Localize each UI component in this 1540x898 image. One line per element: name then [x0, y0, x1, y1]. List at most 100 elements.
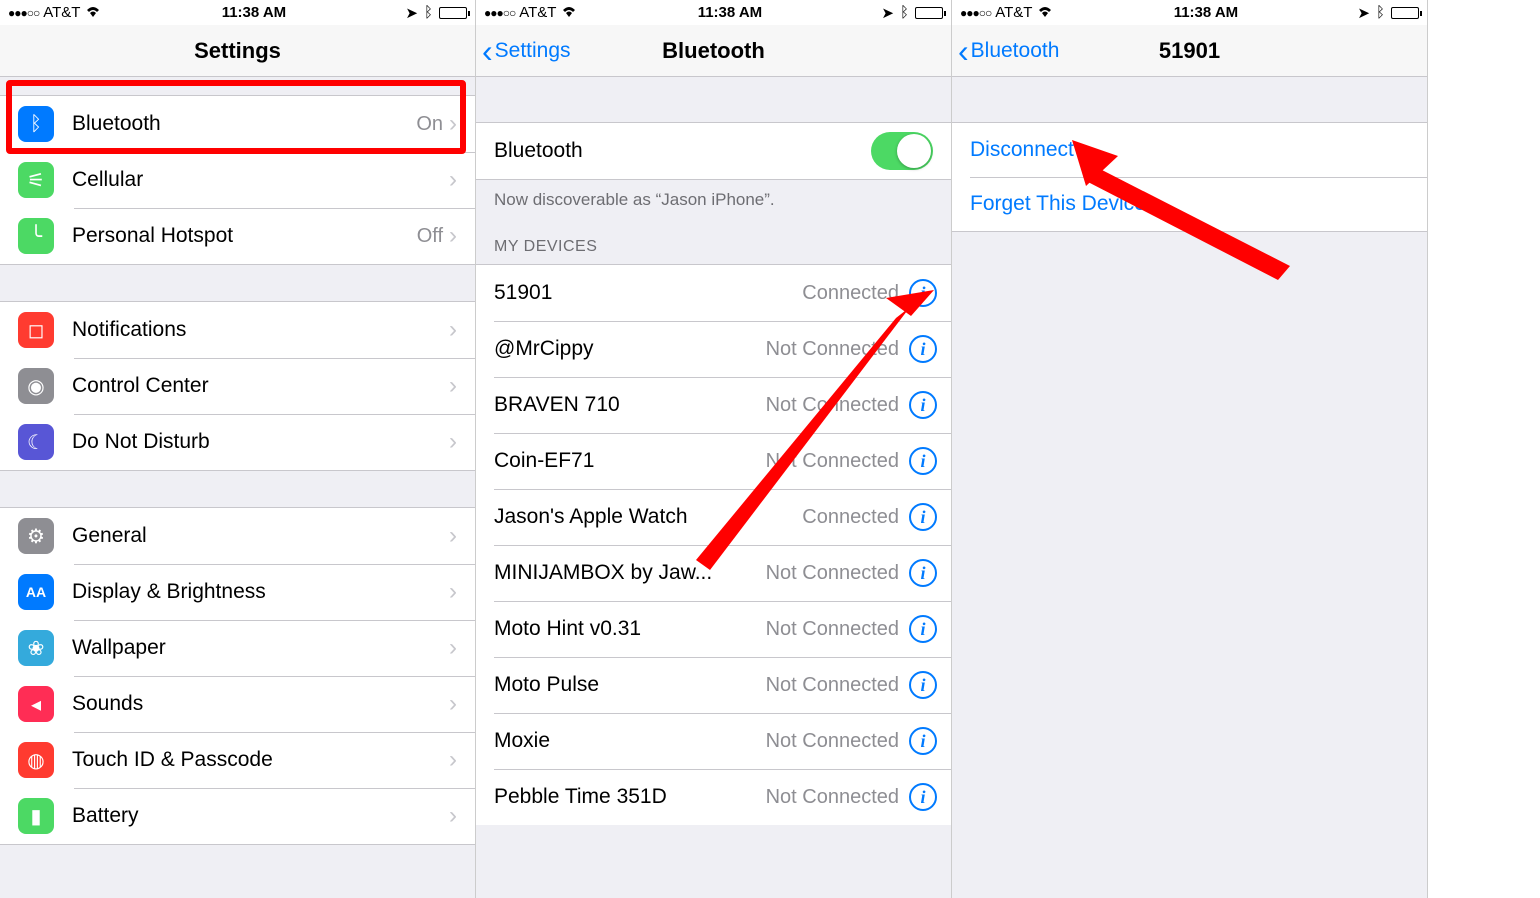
back-button[interactable]: ‹Settings	[476, 35, 571, 67]
bluetooth-icon: ᛒ	[900, 4, 909, 21]
row-label: Sounds	[72, 692, 449, 716]
settings-row-notifications[interactable]: ◻Notifications›	[0, 302, 475, 358]
battery-icon	[1391, 7, 1419, 19]
settings-row-wallpaper[interactable]: ❀ Wallpaper›	[0, 620, 475, 676]
info-icon[interactable]: i	[909, 783, 937, 811]
signal-dots: ●●●○○	[8, 6, 39, 20]
info-icon[interactable]: i	[909, 559, 937, 587]
device-row[interactable]: MoxieNot Connectedi	[476, 713, 951, 769]
device-name: Moto Hint v0.31	[494, 617, 766, 641]
chevron-right-icon: ›	[449, 578, 457, 606]
row-label: Notifications	[72, 318, 449, 342]
row-label: Cellular	[72, 168, 449, 192]
settings-row-sounds[interactable]: ◂ Sounds›	[0, 676, 475, 732]
action-disconnect[interactable]: Disconnect	[952, 123, 1427, 177]
settings-row-bluetooth[interactable]: ᛒBluetoothOn›	[0, 96, 475, 152]
finger-icon: ◍	[18, 742, 54, 778]
info-icon[interactable]: i	[909, 503, 937, 531]
device-status: Connected	[802, 506, 899, 529]
info-icon[interactable]: i	[909, 447, 937, 475]
link-icon: ╰	[18, 218, 54, 254]
info-icon[interactable]: i	[909, 727, 937, 755]
settings-row-display-brightness[interactable]: AADisplay & Brightness›	[0, 564, 475, 620]
device-name: MINIJAMBOX by Jaw...	[494, 561, 766, 585]
chevron-right-icon: ›	[449, 372, 457, 400]
device-status: Not Connected	[766, 394, 899, 417]
info-icon[interactable]: i	[909, 335, 937, 363]
back-button[interactable]: ‹Bluetooth	[952, 35, 1059, 67]
device-status: Not Connected	[766, 338, 899, 361]
flower-icon: ❀	[18, 630, 54, 666]
settings-row-do-not-disturb[interactable]: ☾Do Not Disturb›	[0, 414, 475, 470]
bluetooth-icon: ᛒ	[1376, 4, 1385, 21]
device-row[interactable]: Moto PulseNot Connectedi	[476, 657, 951, 713]
chevron-left-icon: ‹	[482, 35, 493, 67]
info-icon[interactable]: i	[909, 279, 937, 307]
device-row[interactable]: @MrCippyNot Connected i	[476, 321, 951, 377]
row-label: Bluetooth	[72, 112, 416, 136]
device-row[interactable]: MINIJAMBOX by Jaw...Not Connected i	[476, 545, 951, 601]
settings-row-general[interactable]: ⚙General›	[0, 508, 475, 564]
device-name: @MrCippy	[494, 337, 766, 361]
bluetooth-pane: ●●●○○AT&T 11:38 AM ➤ᛒ ‹Settings Bluetoot…	[476, 0, 952, 898]
device-name: 51901	[494, 281, 802, 305]
page-title: Settings	[0, 38, 475, 64]
battery-icon: ▮	[18, 798, 54, 834]
device-row[interactable]: Pebble Time 351DNot Connectedi	[476, 769, 951, 825]
device-row[interactable]: BRAVEN 710Not Connected i	[476, 377, 951, 433]
action-forget-this-device[interactable]: Forget This Device	[952, 177, 1427, 231]
row-label: General	[72, 524, 449, 548]
device-name: Coin-EF71	[494, 449, 766, 473]
info-icon[interactable]: i	[909, 391, 937, 419]
location-icon: ➤	[881, 4, 894, 22]
gear-icon: ⚙	[18, 518, 54, 554]
row-label: Wallpaper	[72, 636, 449, 660]
chevron-right-icon: ›	[449, 428, 457, 456]
settings-row-battery[interactable]: ▮Battery›	[0, 788, 475, 844]
bluetooth-icon: ᛒ	[424, 4, 433, 21]
chevron-right-icon: ›	[449, 222, 457, 250]
nav-bar: Settings	[0, 25, 475, 77]
info-icon[interactable]: i	[909, 671, 937, 699]
row-value: On	[416, 113, 443, 136]
device-row[interactable]: Moto Hint v0.31Not Connectedi	[476, 601, 951, 657]
device-name: Moto Pulse	[494, 673, 766, 697]
row-label: Do Not Disturb	[72, 430, 449, 454]
clock: 11:38 AM	[222, 4, 286, 21]
device-row[interactable]: Coin-EF71Not Connected i	[476, 433, 951, 489]
row-label: Touch ID & Passcode	[72, 748, 449, 772]
settings-row-control-center[interactable]: ◉Control Center›	[0, 358, 475, 414]
device-row[interactable]: 51901Connected i	[476, 265, 951, 321]
settings-pane: ●●●○○ AT&T 11:38 AM ➤ ᛒ Settings ᛒ Blueto…	[0, 0, 476, 898]
device-name: BRAVEN 710	[494, 393, 766, 417]
battery-icon	[439, 7, 467, 19]
notif-icon: ◻	[18, 312, 54, 348]
chevron-right-icon: ›	[449, 634, 457, 662]
nav-bar: ‹Bluetooth 51901	[952, 25, 1427, 77]
settings-row-personal-hotspot[interactable]: ╰Personal HotspotOff›	[0, 208, 475, 264]
status-bar: ●●●○○ AT&T 11:38 AM ➤ ᛒ	[0, 0, 475, 25]
location-icon: ➤	[1357, 4, 1370, 22]
chevron-right-icon: ›	[449, 166, 457, 194]
device-status: Not Connected	[766, 562, 899, 585]
antenna-icon: ⚟	[18, 162, 54, 198]
info-icon[interactable]: i	[909, 615, 937, 643]
device-name: Jason's Apple Watch	[494, 505, 802, 529]
carrier: AT&T	[43, 4, 80, 21]
device-status: Connected	[802, 282, 899, 305]
status-bar: ●●●○○AT&T 11:38 AM ➤ᛒ	[952, 0, 1427, 25]
device-name: Pebble Time 351D	[494, 785, 766, 809]
chevron-right-icon: ›	[449, 690, 457, 718]
row-label: Control Center	[72, 374, 449, 398]
chevron-right-icon: ›	[449, 110, 457, 138]
bluetooth-toggle[interactable]	[871, 132, 933, 170]
wifi-icon	[560, 4, 578, 22]
device-detail-pane: ●●●○○AT&T 11:38 AM ➤ᛒ ‹Bluetooth 51901 D…	[952, 0, 1428, 898]
settings-row-touch-id-passcode[interactable]: ◍Touch ID & Passcode›	[0, 732, 475, 788]
sound-icon: ◂	[18, 686, 54, 722]
status-bar: ●●●○○AT&T 11:38 AM ➤ᛒ	[476, 0, 951, 25]
device-row[interactable]: Jason's Apple WatchConnected i	[476, 489, 951, 545]
device-status: Not Connected	[766, 450, 899, 473]
settings-row-cellular[interactable]: ⚟ Cellular›	[0, 152, 475, 208]
bluetooth-toggle-row[interactable]: Bluetooth	[476, 123, 951, 179]
